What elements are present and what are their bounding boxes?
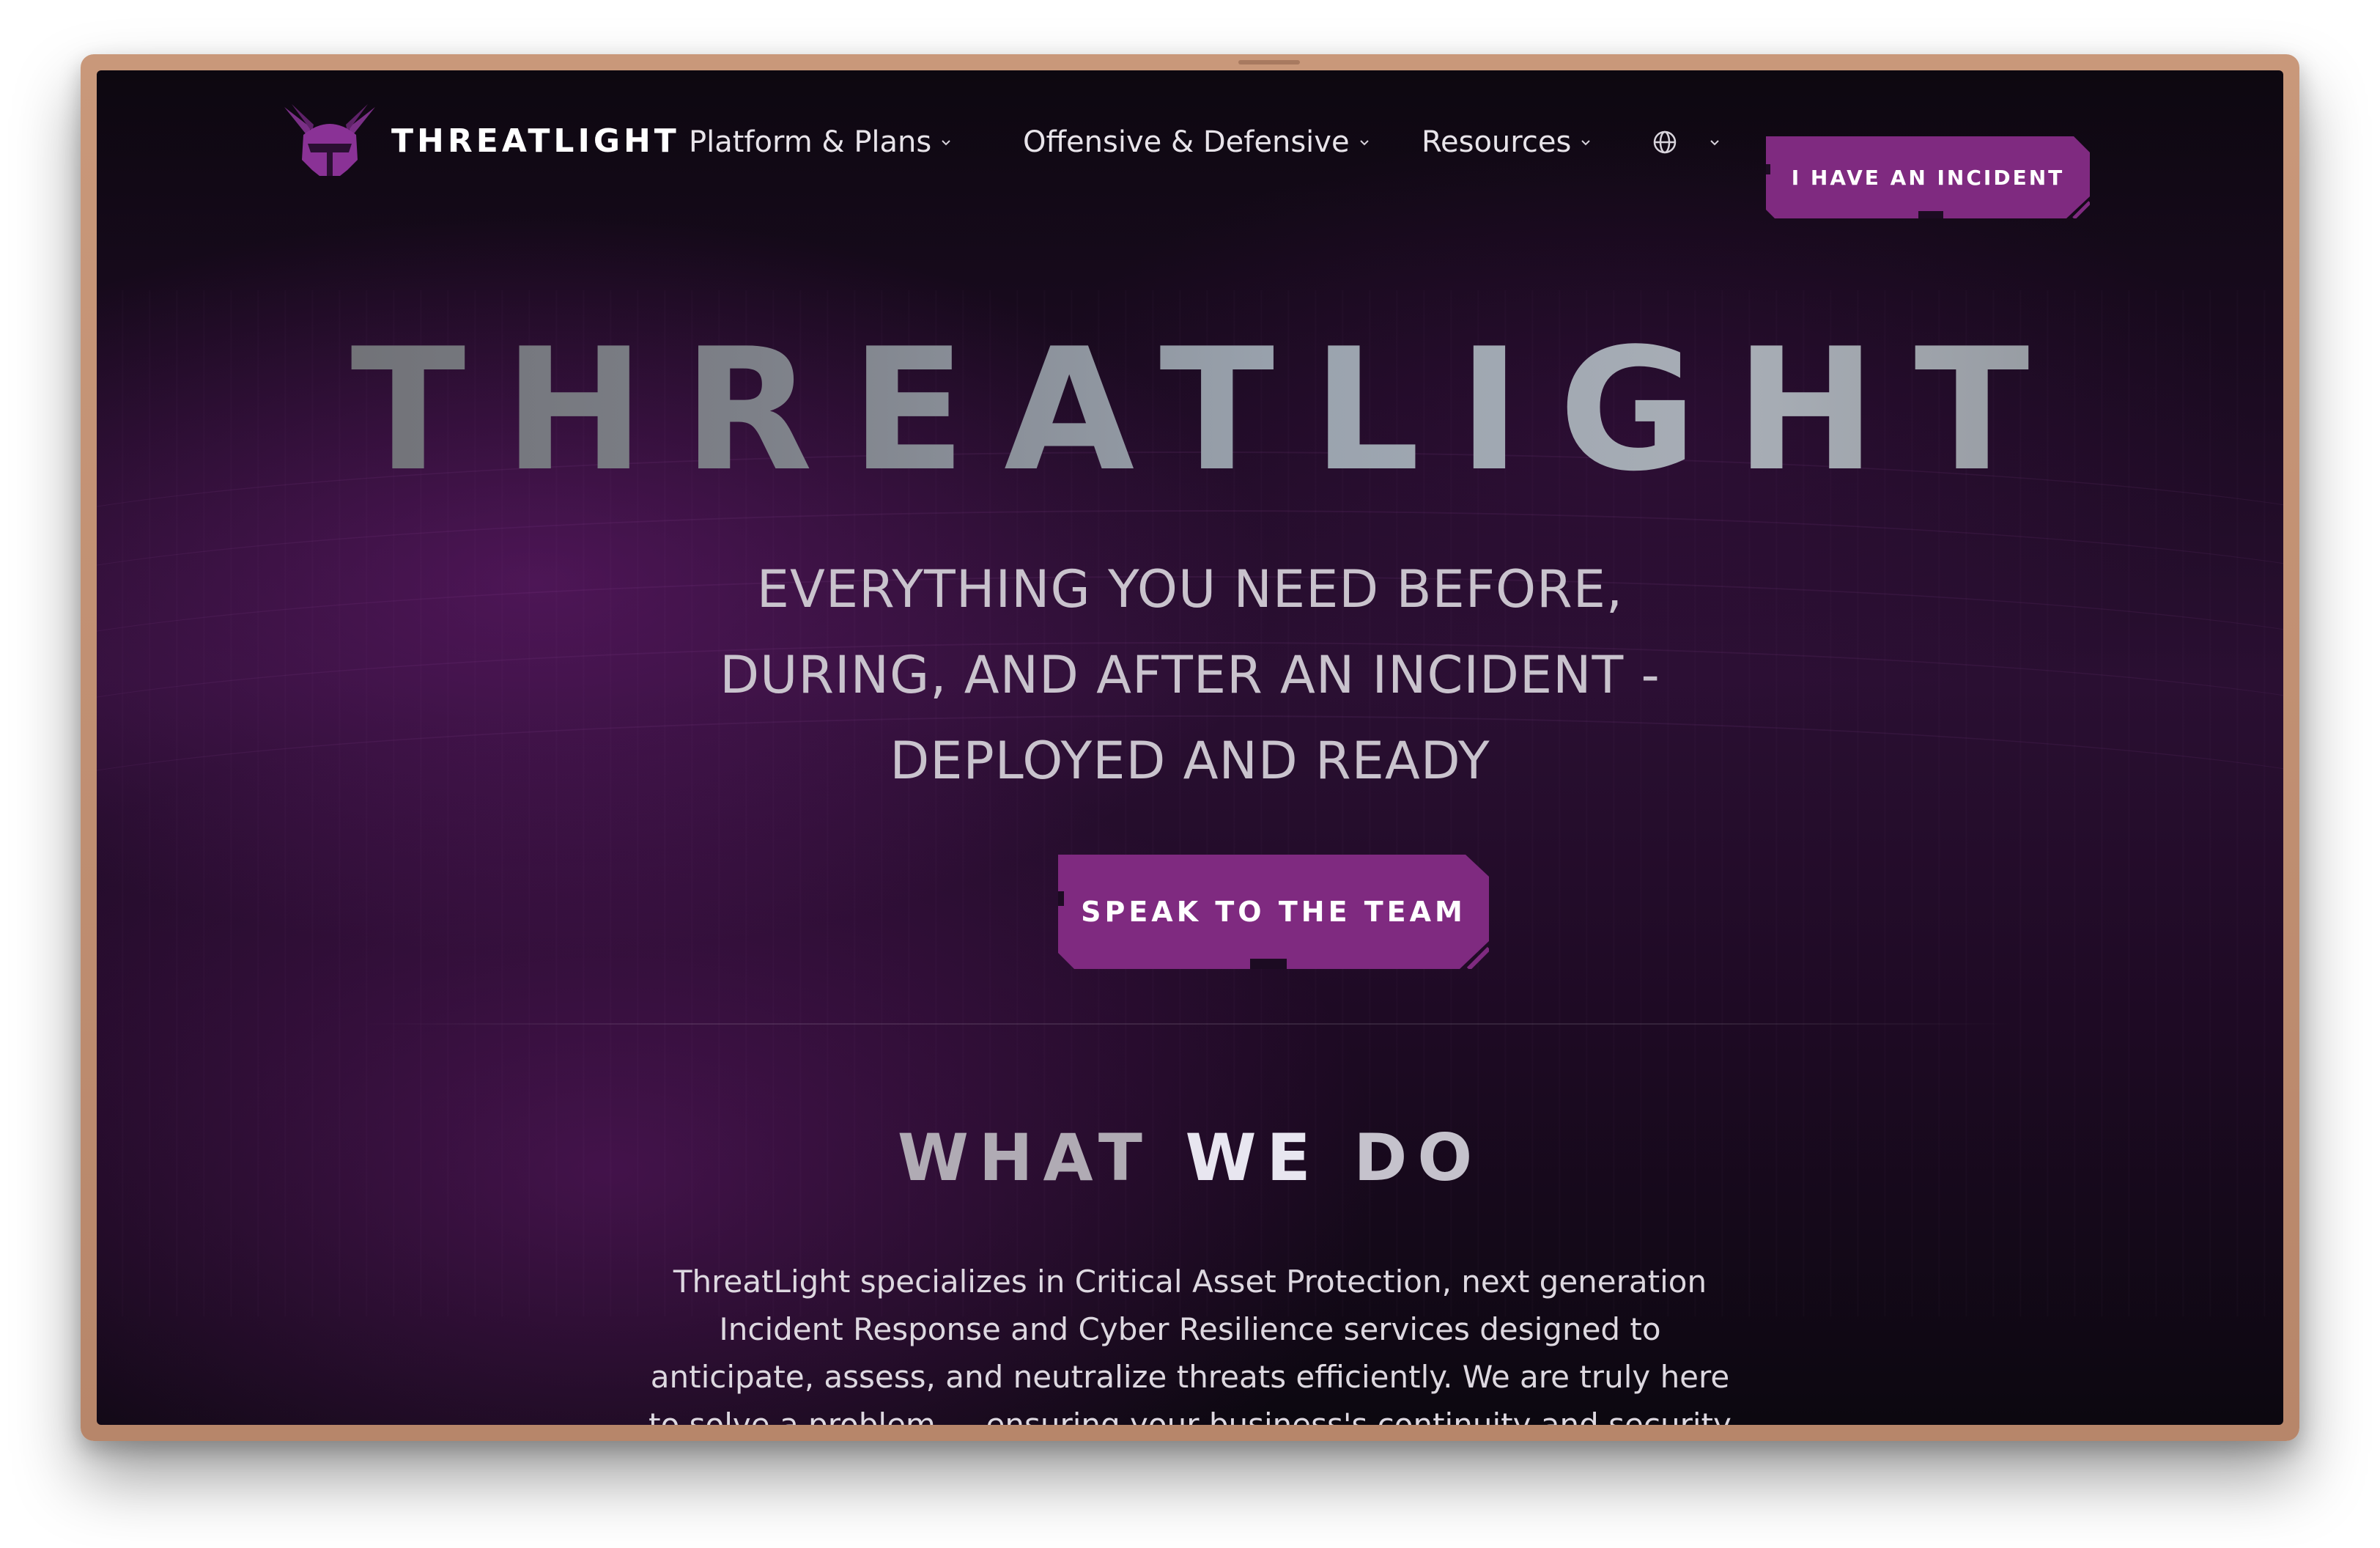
hero-title: THREATLIGHT [97, 327, 2283, 495]
what-we-do-description: ThreatLight specializes in Critical Asse… [648, 1264, 1732, 1425]
section-divider [361, 1023, 2017, 1025]
top-navigation: THREATLIGHT Platform & Plans Offensive &… [97, 70, 2283, 218]
laptop-frame: THREATLIGHT Platform & Plans Offensive &… [81, 54, 2299, 1441]
nav-resources[interactable]: Resources [1422, 113, 1592, 172]
camera-notch [1238, 60, 1300, 64]
heading-word: DO [1353, 1120, 1483, 1195]
nav-offensive-defensive[interactable]: Offensive & Defensive [1023, 113, 1370, 172]
chevron-down-icon [942, 140, 950, 146]
speak-to-team-button[interactable]: SPEAK TO THE TEAM [1058, 855, 1489, 969]
helmet-logo-icon [284, 104, 375, 176]
incident-button-label: I HAVE AN INCIDENT [1791, 165, 2065, 190]
nav-item-label: Offensive & Defensive [1023, 125, 1350, 159]
incident-button[interactable]: I HAVE AN INCIDENT [1766, 136, 2090, 218]
what-we-do-heading: WHAT WE DO [97, 1126, 2283, 1190]
hero-subtitle-line: DEPLOYED AND READY [890, 731, 1490, 791]
heading-word: WHAT [897, 1120, 1153, 1195]
nav-item-label: Resources [1422, 125, 1572, 159]
chevron-down-icon [1581, 140, 1590, 146]
hero-subtitle: EVERYTHING YOU NEED BEFORE, DURING, AND … [610, 547, 1770, 804]
hero-subtitle-line: DURING, AND AFTER AN INCIDENT - [720, 645, 1660, 705]
heading-word: WE [1185, 1120, 1321, 1195]
hero-subtitle-line: EVERYTHING YOU NEED BEFORE, [756, 559, 1624, 619]
speak-to-team-label: SPEAK TO THE TEAM [1081, 896, 1466, 928]
chevron-down-icon[interactable] [1709, 136, 1721, 148]
brand-logo[interactable]: THREATLIGHT [281, 103, 680, 179]
globe-icon[interactable] [1650, 128, 1679, 157]
chevron-down-icon [1359, 140, 1369, 146]
nav-item-label: Platform & Plans [689, 125, 932, 159]
browser-viewport: THREATLIGHT Platform & Plans Offensive &… [97, 70, 2283, 1425]
brand-name: THREATLIGHT [391, 122, 680, 160]
nav-platform-plans[interactable]: Platform & Plans [689, 113, 952, 172]
